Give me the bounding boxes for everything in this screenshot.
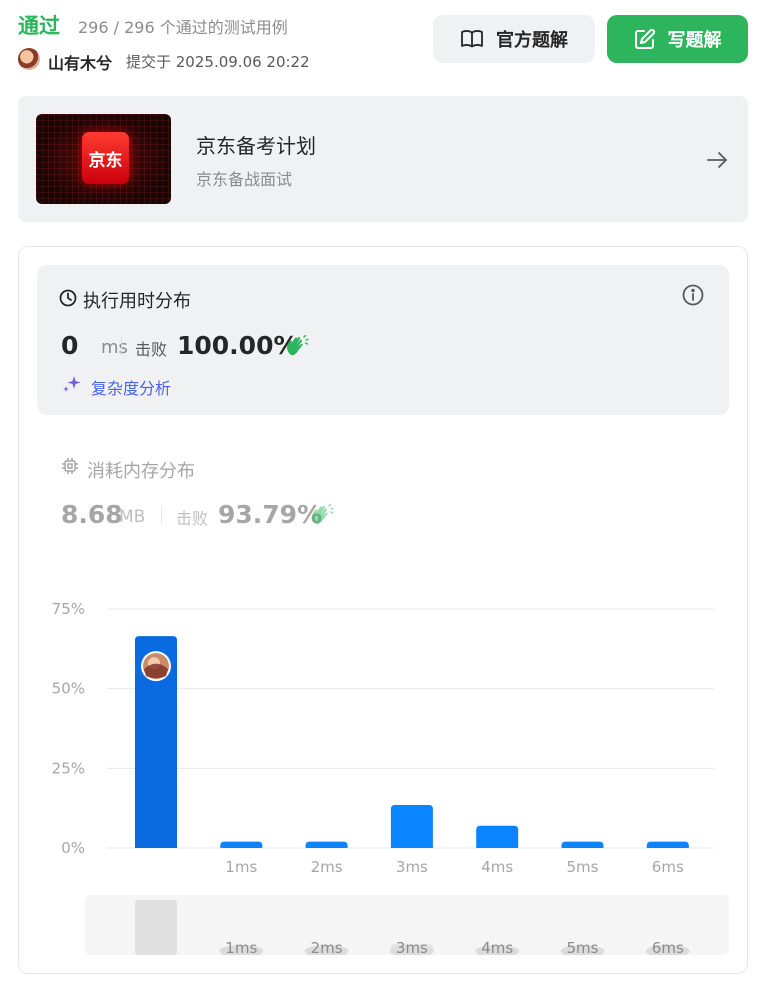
chart-bar[interactable] (476, 825, 519, 848)
memory-unit: MB (119, 507, 146, 527)
result-card: 执行用时分布 0 ms 击败 100.00% 复杂度分析 消耗内存分布 8.68 (18, 246, 748, 974)
divider (161, 506, 162, 524)
runtime-beat-value: 100.00% (177, 331, 299, 360)
runtime-title: 执行用时分布 (83, 291, 191, 312)
y-tick-label: 0% (61, 839, 85, 857)
chart-bar[interactable] (305, 841, 348, 848)
promo-card[interactable]: 京东 京东备考计划 京东备战面试 (18, 96, 748, 222)
promo-image: 京东 (36, 114, 171, 204)
brush-tick-label: 4ms (481, 939, 513, 955)
runtime-panel[interactable]: 执行用时分布 0 ms 击败 100.00% 复杂度分析 (37, 265, 729, 415)
memory-beat-label: 击败 (176, 509, 209, 528)
brush-tick-label: 5ms (567, 939, 599, 955)
username[interactable]: 山有木兮 (48, 50, 112, 74)
brush-bar (135, 900, 177, 955)
edit-icon (634, 28, 655, 49)
clap-icon (312, 504, 334, 525)
brush-tick-label: 2ms (311, 939, 343, 955)
write-solution-label: 写题解 (667, 30, 722, 51)
chart-bar[interactable] (561, 841, 604, 848)
chart-range-brush[interactable]: 1ms 2ms 3ms 4ms 5ms 6ms (85, 895, 729, 957)
chip-icon (62, 458, 78, 474)
y-tick-label: 75% (52, 600, 85, 618)
y-tick-label: 50% (52, 680, 85, 698)
x-tick-label: 3ms (396, 858, 428, 876)
sparkle-icon (63, 376, 81, 392)
clap-icon (287, 335, 309, 356)
brush-tick-label: 1ms (225, 939, 257, 955)
brush-tick-label: 6ms (652, 939, 684, 955)
user-avatar-marker (141, 651, 171, 682)
submit-time: 提交于 2025.09.06 20:22 (126, 53, 310, 71)
test-count: 296 / 296 个通过的测试用例 (78, 18, 288, 37)
jd-logo: 京东 (82, 132, 129, 184)
complexity-analysis-link[interactable]: 复杂度分析 (91, 375, 171, 399)
chart-bar[interactable] (646, 841, 689, 848)
x-tick-label: 6ms (652, 858, 684, 876)
memory-beat-value: 93.79% (218, 500, 323, 529)
y-tick-label: 25% (52, 759, 85, 777)
arrow-right-icon[interactable] (705, 148, 729, 172)
book-icon (461, 30, 483, 48)
runtime-value: 0 (61, 331, 79, 360)
brush-minimap[interactable]: 1ms 2ms 3ms 4ms 5ms 6ms (85, 895, 729, 957)
divider (121, 337, 122, 355)
official-solution-button[interactable]: 官方题解 (433, 15, 595, 63)
chart-bar[interactable] (220, 841, 263, 848)
write-solution-button[interactable]: 写题解 (607, 15, 748, 63)
x-tick-label: 1ms (225, 858, 257, 876)
x-tick-label: 5ms (567, 858, 599, 876)
x-tick-label: 4ms (481, 858, 513, 876)
memory-title[interactable]: 消耗内存分布 (87, 457, 195, 483)
x-tick-label: 2ms (311, 858, 343, 876)
memory-value: 8.68 (61, 500, 123, 529)
official-solution-label: 官方题解 (496, 30, 568, 51)
runtime-unit: ms (101, 337, 128, 358)
runtime-distribution-chart[interactable]: 75% 50% 25% 0% 1ms 2ms 3ms 4ms 5ms 6ms (19, 587, 747, 877)
status-label: 通过 (18, 14, 60, 38)
promo-title: 京东备考计划 (196, 134, 316, 158)
chart-bar[interactable] (390, 804, 433, 848)
avatar[interactable] (18, 48, 40, 70)
brush-tick-label: 3ms (396, 939, 428, 955)
clock-icon (59, 289, 77, 307)
promo-subtitle: 京东备战面试 (196, 170, 293, 189)
runtime-beat-label: 击败 (135, 340, 168, 359)
info-icon[interactable] (681, 283, 705, 307)
